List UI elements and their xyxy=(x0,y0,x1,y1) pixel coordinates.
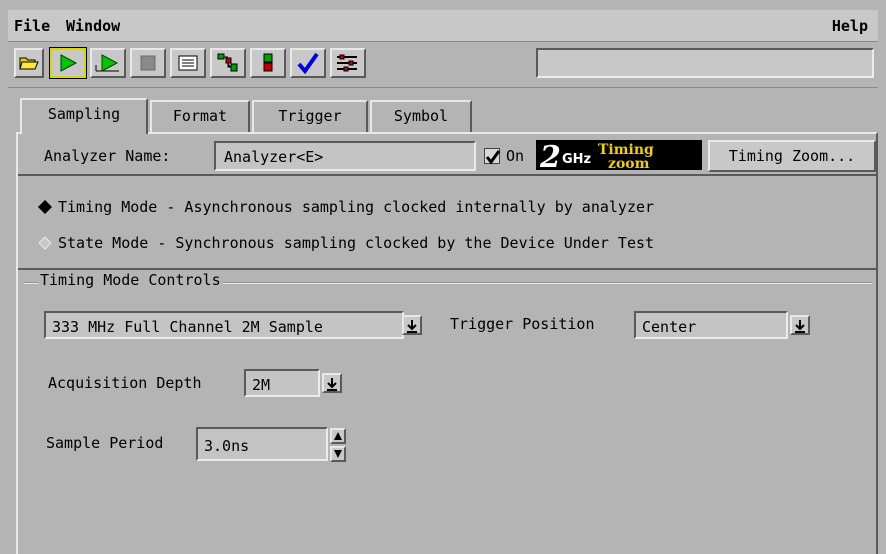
run-icon xyxy=(60,54,78,72)
sampling-mode-value: 333 MHz Full Channel 2M Sample xyxy=(52,318,323,336)
radio-selected-icon xyxy=(38,200,52,214)
run-repetitive-icon xyxy=(95,54,119,72)
stop-button[interactable] xyxy=(130,48,166,78)
sample-period-increment-button[interactable] xyxy=(330,428,346,444)
arrow-down-icon xyxy=(795,320,805,333)
trigger-position-label: Trigger Position xyxy=(450,315,595,333)
timing-zoom-button[interactable]: Timing Zoom... xyxy=(708,140,876,172)
bus-button[interactable] xyxy=(250,48,286,78)
menu-window[interactable]: Window xyxy=(66,18,120,34)
tab-symbol[interactable]: Symbol xyxy=(370,100,472,132)
analyzer-name-field[interactable]: Analyzer<E> xyxy=(214,141,476,171)
acquisition-depth-select[interactable]: 2M xyxy=(244,369,320,397)
mode-selector: Timing Mode - Asynchronous sampling cloc… xyxy=(18,174,876,270)
logo-zoom: zoom xyxy=(608,156,650,170)
toolbar xyxy=(8,42,878,88)
timing-mode-label: Timing Mode - Asynchronous sampling cloc… xyxy=(58,198,655,216)
sampling-mode-dropdown-button[interactable] xyxy=(402,315,422,335)
open-button[interactable] xyxy=(14,48,44,78)
logo-2: 2 xyxy=(539,140,561,170)
on-checkbox[interactable] xyxy=(484,148,501,165)
check-icon xyxy=(297,52,319,74)
overview-button[interactable] xyxy=(210,48,246,78)
acquisition-depth-label: Acquisition Depth xyxy=(48,374,202,392)
check-button[interactable] xyxy=(290,48,326,78)
triangle-up-icon xyxy=(334,432,342,440)
sample-period-value: 3.0ns xyxy=(204,437,250,455)
analyzer-name-label: Analyzer Name: xyxy=(44,147,171,165)
run-button[interactable] xyxy=(49,47,87,79)
menu-bar: File Window Help xyxy=(8,10,878,42)
tab-trigger[interactable]: Trigger xyxy=(252,100,368,132)
acquisition-depth-value: 2M xyxy=(252,376,271,394)
open-folder-icon xyxy=(19,57,39,70)
menu-help[interactable]: Help xyxy=(832,18,868,34)
acquisition-depth-dropdown-button[interactable] xyxy=(322,373,342,393)
listing-button[interactable] xyxy=(170,48,206,78)
radio-unselected-icon xyxy=(38,236,52,250)
sample-period-field[interactable]: 3.0ns xyxy=(196,427,328,461)
timing-mode-controls-title: Timing Mode Controls xyxy=(38,271,223,289)
stop-icon xyxy=(140,55,156,71)
on-label: On xyxy=(506,147,525,165)
tab-sampling[interactable]: Sampling xyxy=(20,98,148,134)
run-repetitive-button[interactable] xyxy=(90,48,126,78)
arrow-down-icon xyxy=(327,378,337,391)
trigger-position-dropdown-button[interactable] xyxy=(790,315,810,335)
sampling-mode-select[interactable]: 333 MHz Full Channel 2M Sample xyxy=(44,311,404,339)
logo-ghz: GHz xyxy=(562,152,591,167)
trigger-position-value: Center xyxy=(642,318,697,336)
arrow-down-icon xyxy=(407,320,417,333)
triangle-down-icon xyxy=(334,450,342,458)
timing-zoom-logo: 2 GHz Timing zoom xyxy=(536,140,702,175)
menu-file[interactable]: File xyxy=(14,18,50,34)
sample-period-decrement-button[interactable] xyxy=(330,446,346,462)
overview-icon xyxy=(217,53,238,72)
bus-icon xyxy=(263,53,273,72)
trigger-position-select[interactable]: Center xyxy=(634,311,788,339)
sample-period-label: Sample Period xyxy=(46,434,164,452)
sampling-panel: Analyzer Name: Analyzer<E> On 2 GHz Timi… xyxy=(16,132,878,554)
tools-button[interactable] xyxy=(330,48,366,78)
state-mode-label: State Mode - Synchronous sampling clocke… xyxy=(58,234,655,252)
tab-bar: Sampling Format Trigger Symbol xyxy=(16,98,876,134)
tools-icon xyxy=(337,54,357,72)
tab-format[interactable]: Format xyxy=(150,100,250,132)
listing-icon xyxy=(178,55,198,71)
checkmark-icon xyxy=(485,150,501,165)
status-field xyxy=(536,48,874,78)
